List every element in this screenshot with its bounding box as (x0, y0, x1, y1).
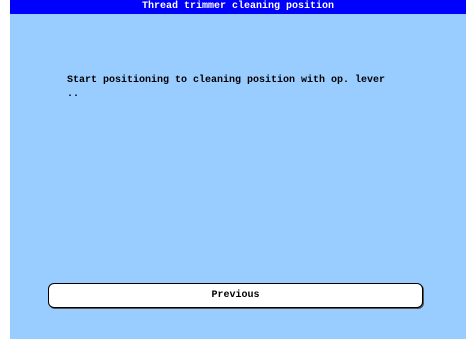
screen-panel: Thread trimmer cleaning position Start p… (10, 0, 466, 339)
instruction-message: Start positioning to cleaning position w… (67, 74, 427, 102)
title-bar: Thread trimmer cleaning position (10, 0, 466, 14)
instruction-line-2: .. (67, 89, 80, 100)
instruction-line-1: Start positioning to cleaning position w… (67, 75, 386, 86)
window-title: Thread trimmer cleaning position (141, 1, 335, 12)
previous-button[interactable]: Previous (48, 283, 423, 308)
